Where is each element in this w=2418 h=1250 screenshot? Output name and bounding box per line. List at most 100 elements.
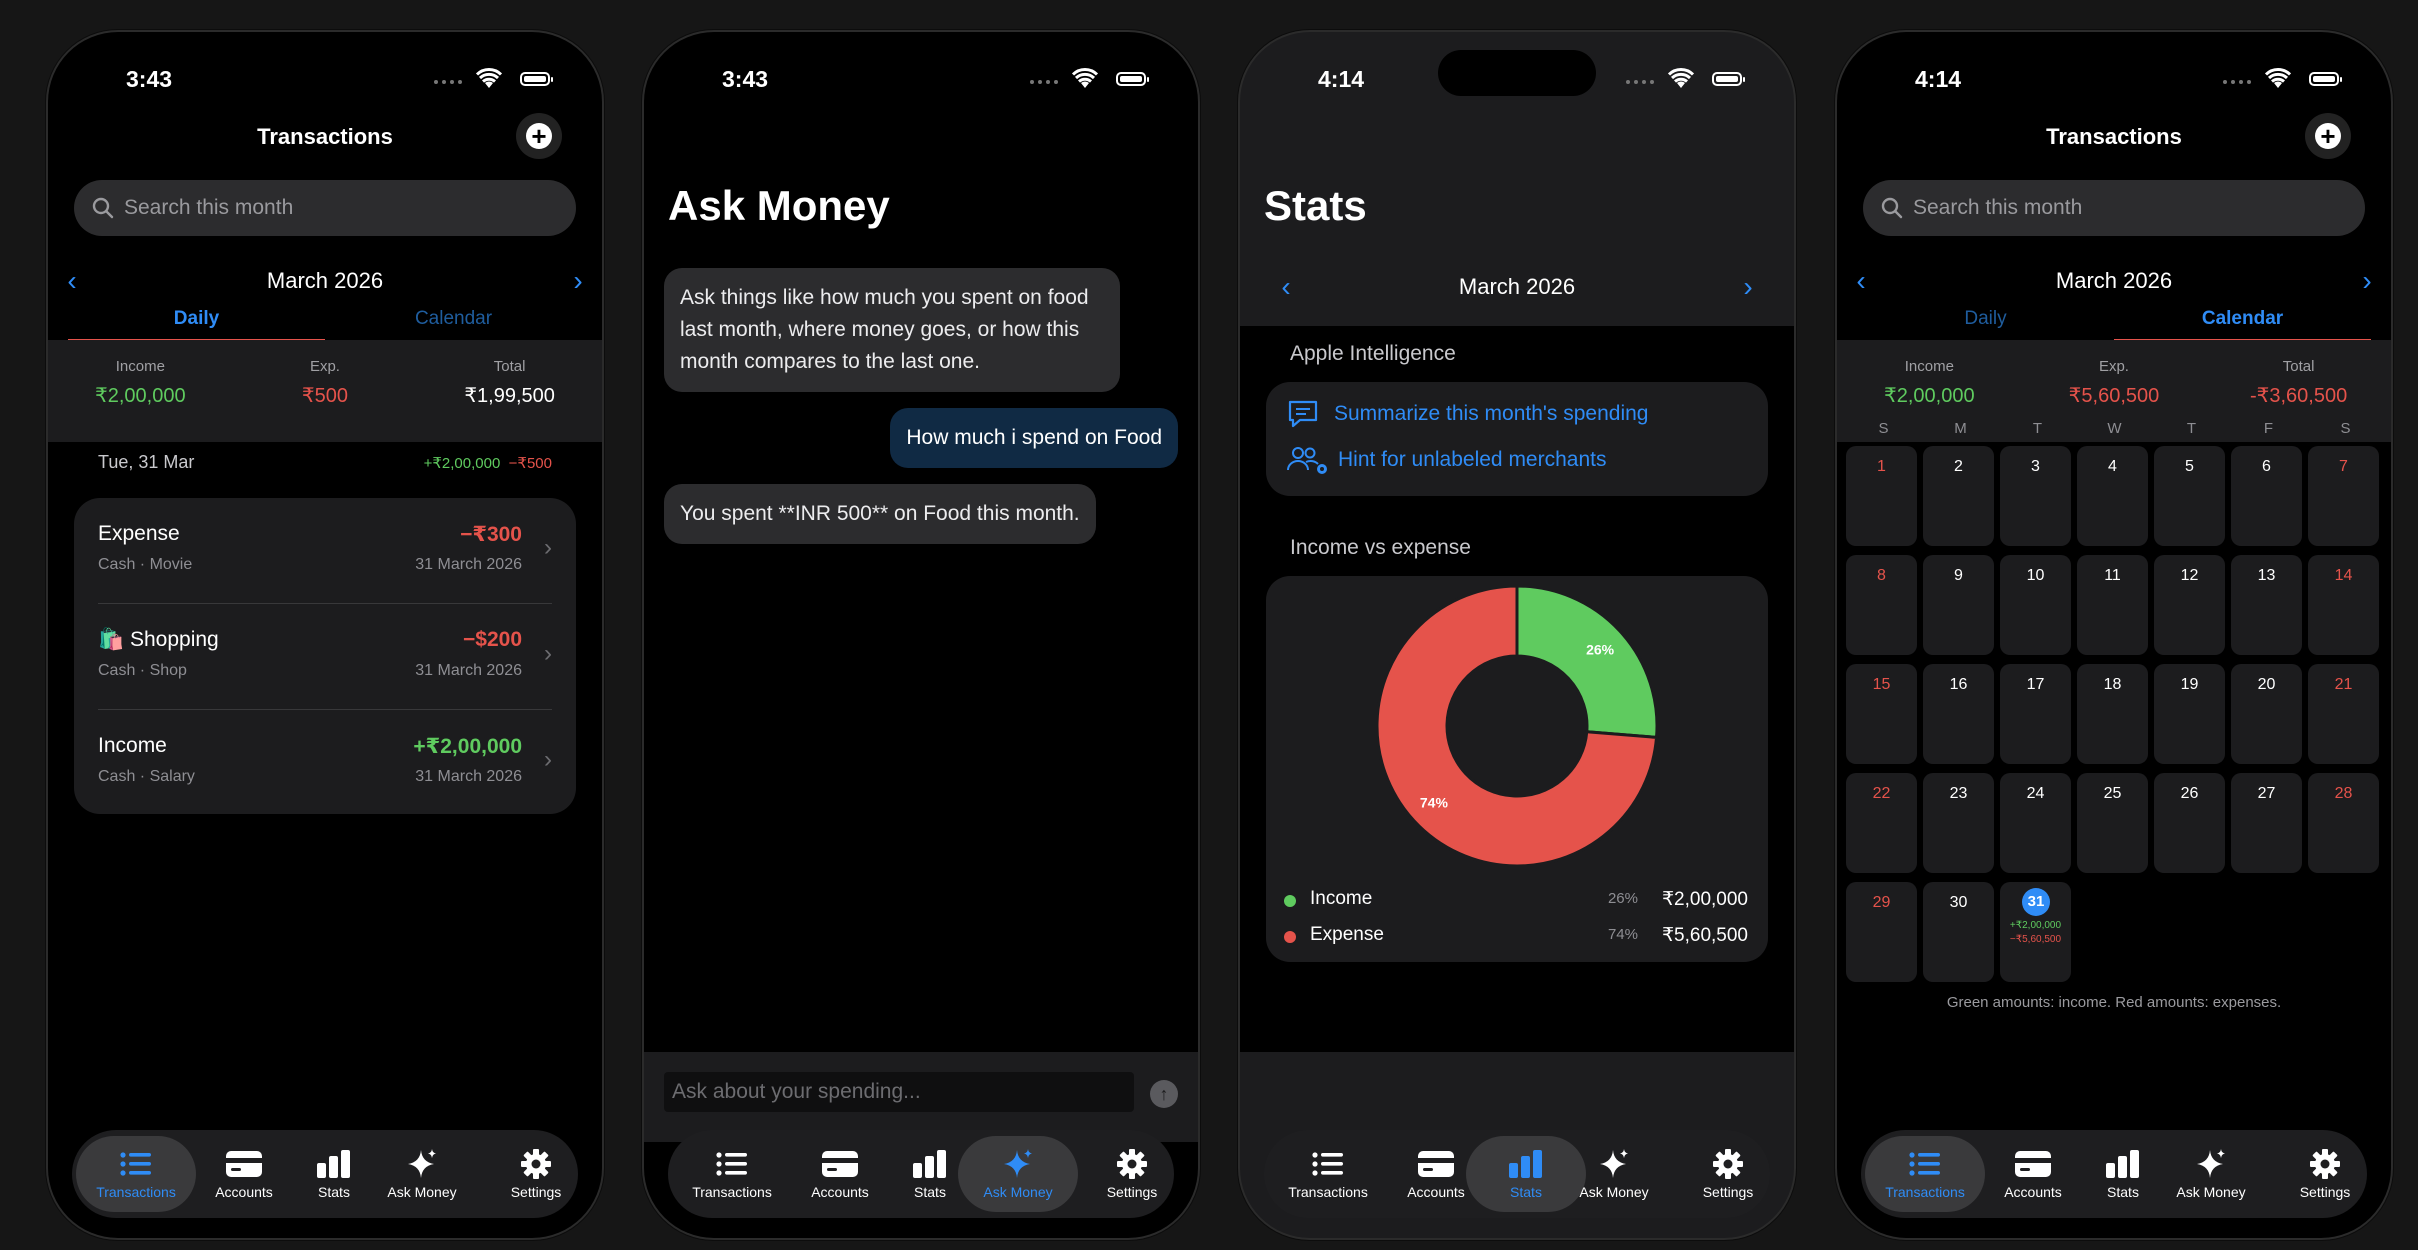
people-gear-icon xyxy=(1287,447,1327,474)
calendar-day[interactable]: 24 xyxy=(2000,773,2071,873)
calendar-day[interactable]: 5 xyxy=(2154,446,2225,546)
summarize-spending-button[interactable]: Summarize this month's spending xyxy=(1286,396,1649,432)
transaction-list: Expense Cash · Movie −₹300 31 March 2026… xyxy=(74,498,576,814)
gear-icon xyxy=(1668,1144,1788,1184)
calendar-day[interactable]: 30 xyxy=(1923,882,1994,982)
tab-bar-item-ask-money[interactable]: Ask Money xyxy=(362,1136,482,1212)
assistant-message: Ask things like how much you spent on fo… xyxy=(664,268,1120,392)
calendar-day[interactable]: 10 xyxy=(2000,555,2071,655)
tab-bar-item-transactions[interactable]: Transactions xyxy=(76,1136,196,1212)
add-transaction-button[interactable]: + xyxy=(516,113,562,159)
transaction-row[interactable]: 🛍️ Shopping Cash · Shop −$200 31 March 2… xyxy=(98,604,552,710)
summary-expense: Exp. ₹5,60,500 xyxy=(2068,358,2160,407)
tab-calendar[interactable]: Calendar xyxy=(2114,307,2371,342)
tab-bar-item-settings[interactable]: Settings xyxy=(1668,1136,1788,1212)
tab-bar-label: Transactions xyxy=(692,1184,772,1200)
calendar-day[interactable]: 1 xyxy=(1846,446,1917,546)
tab-daily[interactable]: Daily xyxy=(1857,307,2114,339)
calendar-day[interactable]: 13 xyxy=(2231,555,2302,655)
calendar-day-number: 14 xyxy=(2334,567,2353,584)
chevron-right-icon[interactable]: › xyxy=(2355,266,2379,296)
calendar-day[interactable]: 2 xyxy=(1923,446,1994,546)
calendar-day[interactable]: 25 xyxy=(2077,773,2148,873)
tab-bar-item-transactions[interactable]: Transactions xyxy=(1865,1136,1985,1212)
calendar-day-number: 7 xyxy=(2339,458,2348,475)
transaction-row[interactable]: Income Cash · Salary +₹2,00,000 31 March… xyxy=(98,710,552,816)
calendar-day[interactable]: 27 xyxy=(2231,773,2302,873)
month-label: March 2026 xyxy=(2055,268,2173,293)
search-input[interactable]: Search this month xyxy=(74,180,576,236)
tab-calendar[interactable]: Calendar xyxy=(325,307,582,339)
tab-bar-item-settings[interactable]: Settings xyxy=(1072,1136,1192,1212)
view-tabs: Daily Calendar xyxy=(1857,307,2371,342)
calendar-day-number: 28 xyxy=(2334,785,2353,802)
tab-bar-item-ask-money[interactable]: Ask Money xyxy=(1554,1136,1674,1212)
calendar-day[interactable]: 3 xyxy=(2000,446,2071,546)
calendar-day[interactable]: 26 xyxy=(2154,773,2225,873)
calendar-day[interactable]: 17 xyxy=(2000,664,2071,764)
send-button[interactable]: ↑ xyxy=(1150,1080,1178,1108)
calendar-day-number: 2 xyxy=(1954,458,1963,475)
calendar-day[interactable]: 7 xyxy=(2308,446,2379,546)
section-title: Apple Intelligence xyxy=(1290,342,1456,365)
calendar-day[interactable]: 6 xyxy=(2231,446,2302,546)
phone-ask-money: 3:43 Ask Money Ask things like how much … xyxy=(644,32,1198,1238)
calendar-day[interactable]: 20 xyxy=(2231,664,2302,764)
clock: 4:14 xyxy=(1915,66,1962,92)
tab-bar-item-transactions[interactable]: Transactions xyxy=(1268,1136,1388,1212)
month-summary: Income ₹2,00,000 Exp. ₹500 Total ₹1,99,500 xyxy=(48,340,602,442)
transaction-row[interactable]: Expense Cash · Movie −₹300 31 March 2026… xyxy=(98,498,552,604)
gear-icon xyxy=(2265,1144,2385,1184)
calendar-day[interactable]: 18 xyxy=(2077,664,2148,764)
calendar-day-number: 3 xyxy=(2031,458,2040,475)
tab-bar-label: Transactions xyxy=(96,1184,176,1200)
donut-label: 74% xyxy=(1420,795,1449,811)
calendar-day[interactable]: 16 xyxy=(1923,664,1994,764)
hint-merchants-button[interactable]: Hint for unlabeled merchants xyxy=(1286,442,1606,478)
list-icon xyxy=(1865,1144,1985,1184)
chevron-right-icon[interactable]: › xyxy=(566,266,590,296)
ask-input[interactable]: Ask about your spending... xyxy=(664,1072,1134,1112)
calendar-day[interactable]: 23 xyxy=(1923,773,1994,873)
calendar-day[interactable]: 29 xyxy=(1846,882,1917,982)
wifi-icon xyxy=(1072,68,1098,88)
tab-bar-item-ask-money[interactable]: Ask Money xyxy=(2151,1136,2271,1212)
calendar-day[interactable]: 14 xyxy=(2308,555,2379,655)
phone-transactions-daily: 3:43 Transactions + Search this month ‹ … xyxy=(48,32,602,1238)
month-selector: ‹ March 2026 › xyxy=(48,262,602,302)
calendar-day[interactable]: 8 xyxy=(1846,555,1917,655)
summary-expense: Exp. ₹500 xyxy=(301,358,348,407)
tab-bar-label: Settings xyxy=(1702,1184,1754,1200)
chevron-right-icon: › xyxy=(544,746,552,773)
page-title: Ask Money xyxy=(668,182,890,229)
calendar-day[interactable]: 9 xyxy=(1923,555,1994,655)
calendar-day[interactable]: 4 xyxy=(2077,446,2148,546)
calendar-day[interactable]: 15 xyxy=(1846,664,1917,764)
month-selector: ‹ March 2026 › xyxy=(1837,262,2391,302)
tab-bar-item-ask-money[interactable]: Ask Money xyxy=(958,1136,1078,1212)
chevron-right-icon: › xyxy=(544,640,552,667)
calendar-day-number: 25 xyxy=(2103,785,2122,802)
ai-actions-card: Summarize this month's spending Hint for… xyxy=(1266,382,1768,496)
gear-icon xyxy=(476,1144,596,1184)
calendar-day-number: 23 xyxy=(1949,785,1968,802)
tab-bar-label: Settings xyxy=(1106,1184,1158,1200)
search-input[interactable]: Search this month xyxy=(1863,180,2365,236)
add-transaction-button[interactable]: + xyxy=(2305,113,2351,159)
calendar-day-number: 12 xyxy=(2180,567,2199,584)
tab-bar-item-transactions[interactable]: Transactions xyxy=(672,1136,792,1212)
signal-icon xyxy=(1030,80,1058,84)
calendar-day-number: 19 xyxy=(2180,676,2199,693)
calendar-day[interactable]: 28 xyxy=(2308,773,2379,873)
calendar-day[interactable]: 21 xyxy=(2308,664,2379,764)
tab-bar-item-settings[interactable]: Settings xyxy=(2265,1136,2385,1212)
calendar-day[interactable]: 22 xyxy=(1846,773,1917,873)
calendar-day-today[interactable]: 31 +₹2,00,000 −₹5,60,500 xyxy=(2000,882,2071,982)
chevron-right-icon[interactable]: › xyxy=(1736,272,1760,302)
chevron-right-icon: › xyxy=(544,534,552,561)
calendar-day[interactable]: 19 xyxy=(2154,664,2225,764)
calendar-day[interactable]: 12 xyxy=(2154,555,2225,655)
calendar-day[interactable]: 11 xyxy=(2077,555,2148,655)
tab-bar-item-settings[interactable]: Settings xyxy=(476,1136,596,1212)
tab-daily[interactable]: Daily xyxy=(68,307,325,342)
